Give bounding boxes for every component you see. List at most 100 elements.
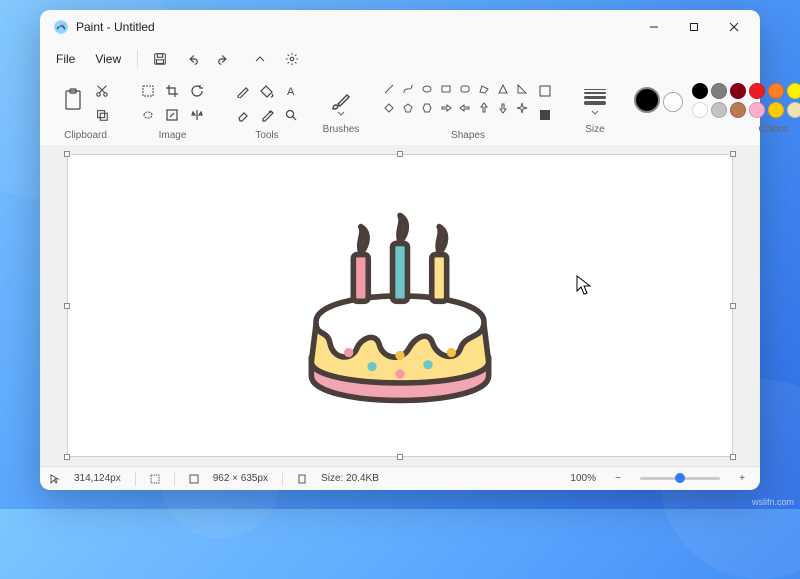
color-swatch[interactable] bbox=[692, 83, 708, 99]
resize-handle[interactable] bbox=[64, 151, 70, 157]
ribbon: Clipboard Image bbox=[40, 74, 760, 145]
crop-icon[interactable] bbox=[161, 80, 183, 102]
shapes-gallery[interactable] bbox=[380, 80, 531, 117]
color-swatch[interactable] bbox=[711, 102, 727, 118]
shape-rect[interactable] bbox=[437, 80, 455, 98]
group-clipboard: Clipboard bbox=[50, 78, 121, 145]
group-label: Clipboard bbox=[64, 128, 107, 141]
select-rect-icon[interactable] bbox=[137, 80, 159, 102]
color-swatch[interactable] bbox=[711, 83, 727, 99]
canvas-size: 962 × 635px bbox=[213, 473, 268, 484]
rotate-icon[interactable] bbox=[186, 80, 208, 102]
resize-handle[interactable] bbox=[397, 454, 403, 460]
color-swatch[interactable] bbox=[787, 102, 800, 118]
color-swatch[interactable] bbox=[768, 83, 784, 99]
group-colors: Colors bbox=[626, 78, 800, 139]
fill-icon[interactable] bbox=[256, 80, 278, 102]
shape-triangle[interactable] bbox=[494, 80, 512, 98]
status-bar: 314,124px 962 × 635px Size: 20.4KB 100% … bbox=[40, 466, 760, 490]
shape-outline-icon[interactable] bbox=[534, 80, 556, 102]
copy-icon[interactable] bbox=[91, 104, 113, 126]
stroke-size-button[interactable] bbox=[580, 80, 610, 120]
group-label: Image bbox=[159, 128, 187, 141]
color-swatch[interactable] bbox=[730, 102, 746, 118]
paint-window: Paint - Untitled File View Clipboard bbox=[40, 10, 760, 490]
menu-bar: File View bbox=[40, 44, 760, 74]
group-label: Brushes bbox=[323, 122, 360, 135]
canvas[interactable] bbox=[68, 155, 732, 456]
shape-polygon[interactable] bbox=[475, 80, 493, 98]
close-button[interactable] bbox=[714, 13, 754, 41]
paint-app-icon bbox=[52, 18, 70, 36]
separator bbox=[137, 50, 138, 68]
watermark: wslifn.com bbox=[752, 497, 794, 507]
minimize-button[interactable] bbox=[634, 13, 674, 41]
svg-text:A: A bbox=[287, 86, 295, 98]
color-palette bbox=[692, 83, 800, 118]
resize-handle[interactable] bbox=[730, 454, 736, 460]
color-2[interactable] bbox=[663, 92, 683, 112]
shape-star4[interactable] bbox=[513, 99, 531, 117]
file-size: Size: 20.4KB bbox=[321, 473, 379, 484]
maximize-button[interactable] bbox=[674, 13, 714, 41]
cursor-position: 314,124px bbox=[74, 473, 121, 484]
shape-line[interactable] bbox=[380, 80, 398, 98]
resize-handle[interactable] bbox=[397, 151, 403, 157]
zoom-out-button[interactable]: − bbox=[610, 471, 626, 487]
shape-arrow-right[interactable] bbox=[437, 99, 455, 117]
undo-icon[interactable] bbox=[178, 46, 206, 72]
zoom-slider[interactable] bbox=[640, 477, 720, 480]
group-label: Size bbox=[585, 122, 604, 135]
shape-right-triangle[interactable] bbox=[513, 80, 531, 98]
shape-diamond[interactable] bbox=[380, 99, 398, 117]
zoom-level: 100% bbox=[570, 473, 596, 484]
file-size-icon bbox=[297, 474, 307, 484]
brush-button[interactable] bbox=[326, 80, 356, 120]
color-swatch[interactable] bbox=[749, 102, 765, 118]
select-free-icon[interactable] bbox=[137, 104, 159, 126]
resize-handle[interactable] bbox=[64, 303, 70, 309]
resize-handle[interactable] bbox=[730, 151, 736, 157]
magnifier-icon[interactable] bbox=[280, 104, 302, 126]
settings-icon[interactable] bbox=[278, 46, 306, 72]
title-bar: Paint - Untitled bbox=[40, 10, 760, 44]
menu-view[interactable]: View bbox=[87, 48, 129, 70]
canvas-area bbox=[40, 145, 760, 466]
resize-handle[interactable] bbox=[730, 303, 736, 309]
menu-file[interactable]: File bbox=[48, 48, 83, 70]
color-swatch[interactable] bbox=[749, 83, 765, 99]
shape-pentagon[interactable] bbox=[399, 99, 417, 117]
shape-oval[interactable] bbox=[418, 80, 436, 98]
flip-icon[interactable] bbox=[186, 104, 208, 126]
shape-fill-icon[interactable] bbox=[534, 104, 556, 126]
shape-roundrect[interactable] bbox=[456, 80, 474, 98]
text-icon[interactable]: A bbox=[280, 80, 302, 102]
color-swatch[interactable] bbox=[787, 83, 800, 99]
group-tools: A Tools bbox=[224, 78, 310, 145]
color-swatch[interactable] bbox=[730, 83, 746, 99]
resize-icon[interactable] bbox=[161, 104, 183, 126]
pencil-icon[interactable] bbox=[232, 80, 254, 102]
color-swatch[interactable] bbox=[768, 102, 784, 118]
selection-size-icon bbox=[150, 474, 160, 484]
shape-arrow-up[interactable] bbox=[475, 99, 493, 117]
resize-handle[interactable] bbox=[64, 454, 70, 460]
eraser-icon[interactable] bbox=[232, 104, 254, 126]
eyedropper-icon[interactable] bbox=[256, 104, 278, 126]
paste-button[interactable] bbox=[58, 80, 88, 120]
shape-curve[interactable] bbox=[399, 80, 417, 98]
zoom-in-button[interactable]: + bbox=[734, 471, 750, 487]
color-1[interactable] bbox=[634, 87, 660, 113]
shape-arrow-down[interactable] bbox=[494, 99, 512, 117]
cut-icon[interactable] bbox=[91, 80, 113, 102]
collapse-ribbon-icon[interactable] bbox=[246, 46, 274, 72]
group-label: Shapes bbox=[451, 128, 485, 141]
redo-icon[interactable] bbox=[210, 46, 238, 72]
cursor-icon bbox=[576, 275, 592, 295]
shape-hexagon[interactable] bbox=[418, 99, 436, 117]
canvas-drawing bbox=[260, 195, 540, 425]
group-shapes: Shapes bbox=[372, 78, 564, 145]
color-swatch[interactable] bbox=[692, 102, 708, 118]
shape-arrow-left[interactable] bbox=[456, 99, 474, 117]
save-icon[interactable] bbox=[146, 46, 174, 72]
